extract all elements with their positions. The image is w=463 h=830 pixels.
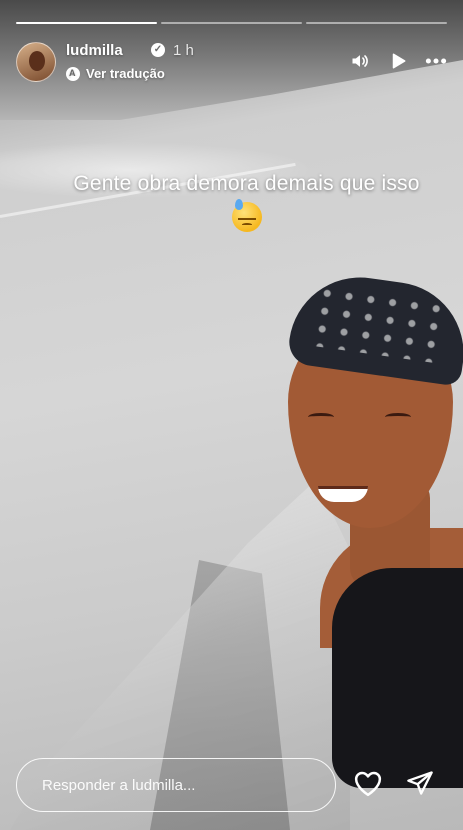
time-ago: 1 h bbox=[173, 42, 194, 59]
story-viewer[interactable]: ludmilla ✓ 1 h Ver tradução Gente obra d… bbox=[0, 0, 463, 830]
avatar[interactable] bbox=[16, 42, 56, 82]
story-controls bbox=[349, 50, 447, 72]
volume-icon[interactable] bbox=[349, 50, 371, 72]
translate-label: Ver tradução bbox=[86, 66, 165, 81]
story-actions bbox=[353, 768, 435, 798]
reply-input[interactable] bbox=[42, 776, 335, 794]
story-header: ludmilla ✓ 1 h Ver tradução bbox=[16, 40, 447, 84]
reply-field[interactable] bbox=[16, 758, 336, 812]
story-progress-bar bbox=[16, 22, 447, 25]
progress-segment-1 bbox=[16, 22, 157, 24]
username[interactable]: ludmilla bbox=[66, 42, 123, 59]
translate-icon bbox=[66, 66, 80, 81]
caption-text: Gente obra demora demais que isso bbox=[73, 172, 420, 195]
more-icon[interactable] bbox=[425, 50, 447, 72]
heart-icon[interactable] bbox=[353, 768, 383, 798]
translate-button[interactable]: Ver tradução bbox=[66, 66, 165, 81]
verified-badge-icon: ✓ bbox=[151, 43, 165, 57]
play-icon[interactable] bbox=[387, 50, 409, 72]
send-icon[interactable] bbox=[405, 768, 435, 798]
progress-segment-2 bbox=[161, 22, 302, 24]
progress-segment-3 bbox=[306, 22, 447, 24]
story-caption: Gente obra demora demais que isso bbox=[0, 172, 463, 238]
story-photo-subject bbox=[280, 268, 463, 830]
downcast-face-with-sweat-icon bbox=[231, 199, 262, 232]
